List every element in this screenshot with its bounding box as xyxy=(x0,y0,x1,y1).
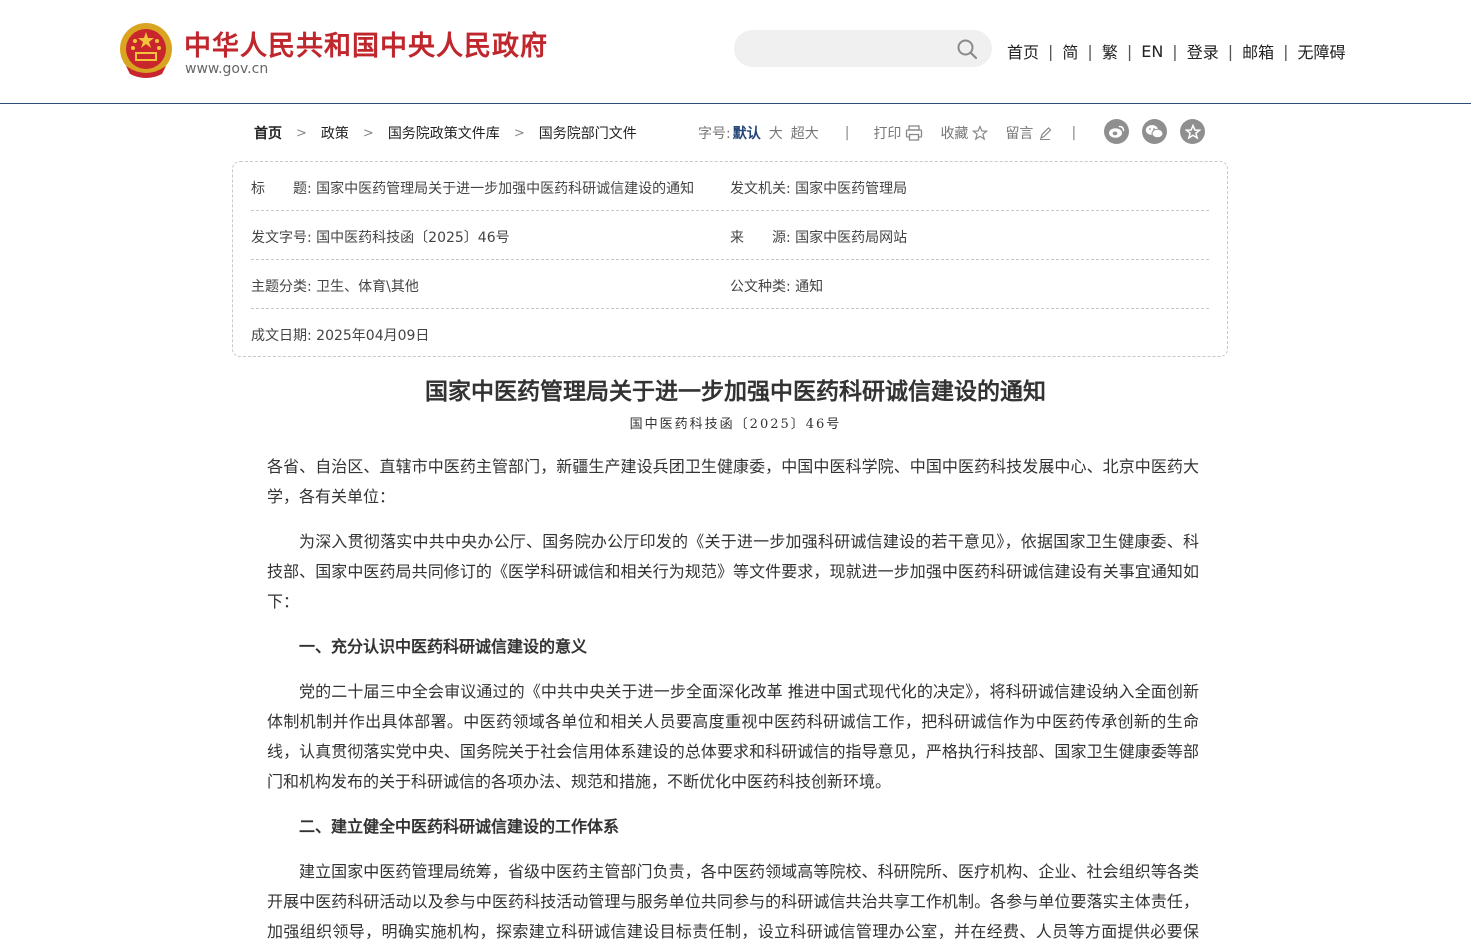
article-doc-number: 国中医药科技函〔2025〕46号 xyxy=(629,417,842,432)
section-heading: 二、建立健全中医药科研诚信建设的工作体系 xyxy=(299,817,620,836)
site-url: www.gov.cn xyxy=(185,61,269,77)
site-name[interactable]: 中华人民共和国中央人民政府 xyxy=(184,24,548,63)
breadcrumb-home[interactable]: 首页 xyxy=(254,123,282,143)
document-info-box: 标 题: 国家中医药管理局关于进一步加强中医药科研诚信建设的通知 发文机关: 国… xyxy=(232,161,1228,357)
article-body: 各省、自治区、直辖市中医药主管部门，新疆生产建设兵团卫生健康委，中国中医科学院、… xyxy=(267,452,1199,949)
article-toolbar: 字号: 默认 大 超大 | 打印 收藏 留言 | xyxy=(698,123,1076,143)
docno-value: 国中医药科技函〔2025〕46号 xyxy=(316,230,510,246)
chevron-right-icon: > xyxy=(296,125,307,141)
toolbar-divider: | xyxy=(844,125,850,141)
body-paragraph: 党的二十届三中全会审议通过的《中共中央关于进一步全面深化改革 推进中国式现代化的… xyxy=(267,682,1199,791)
topic-label: 主题分类: xyxy=(251,279,312,295)
search-box xyxy=(734,30,992,67)
title-label: 标 题: xyxy=(251,181,312,197)
info-row: 发文字号: 国中医药科技函〔2025〕46号 来 源: 国家中医药局网站 xyxy=(251,211,1209,260)
print-label: 打印 xyxy=(873,126,902,142)
source-label: 来 源: xyxy=(730,230,791,246)
share-wechat-button[interactable] xyxy=(1142,119,1167,144)
nav-traditional[interactable]: 繁 xyxy=(1102,39,1118,63)
body-paragraph: 建立国家中医药管理局统筹，省级中医药主管部门负责，各中医药领域高等院校、科研院所… xyxy=(267,862,1199,941)
share-favorite-button[interactable] xyxy=(1180,119,1205,144)
nav-separator: | xyxy=(1126,41,1133,61)
breadcrumb-policy[interactable]: 政策 xyxy=(321,123,349,143)
nav-login[interactable]: 登录 xyxy=(1187,39,1219,63)
wechat-icon xyxy=(1145,125,1164,139)
nav-separator: | xyxy=(1172,41,1178,61)
nav-home[interactable]: 首页 xyxy=(1007,39,1039,63)
star-outline-icon xyxy=(972,125,989,141)
topic-value: 卫生、体育\其他 xyxy=(316,279,419,295)
source-value: 国家中医药局网站 xyxy=(795,230,908,246)
recipients-paragraph: 各省、自治区、直辖市中医药主管部门，新疆生产建设兵团卫生健康委，中国中医科学院、… xyxy=(267,457,1199,506)
breadcrumb-dept-docs[interactable]: 国务院部门文件 xyxy=(539,123,637,143)
nav-mail[interactable]: 邮箱 xyxy=(1242,39,1274,63)
info-row: 成文日期: 2025年04月09日 xyxy=(251,309,1209,358)
toolbar-divider: | xyxy=(1071,125,1077,141)
share-weibo-button[interactable] xyxy=(1104,119,1129,144)
article-title: 国家中医药管理局关于进一步加强中医药科研诚信建设的通知 xyxy=(425,378,1046,405)
top-nav: 首页 | 简 | 繁 | EN | 登录 | 邮箱 | 无障碍 xyxy=(1007,39,1346,63)
chevron-right-icon: > xyxy=(362,125,374,141)
comment-label: 留言 xyxy=(1005,126,1034,142)
nav-separator: | xyxy=(1048,41,1054,61)
nav-accessibility[interactable]: 无障碍 xyxy=(1298,39,1346,63)
favorite-label: 收藏 xyxy=(940,126,969,142)
title-value: 国家中医药管理局关于进一步加强中医药科研诚信建设的通知 xyxy=(316,181,695,197)
docno-label: 发文字号: xyxy=(251,230,312,246)
nav-separator: | xyxy=(1227,41,1234,61)
star-icon xyxy=(1184,123,1201,140)
font-size-xlarge[interactable]: 超大 xyxy=(791,123,819,143)
breadcrumb: 首页 > 政策 > 国务院政策文件库 > 国务院部门文件 xyxy=(254,123,637,143)
issuer-label: 发文机关: xyxy=(730,181,791,197)
doctype-label: 公文种类: xyxy=(730,279,791,295)
nav-english[interactable]: EN xyxy=(1141,42,1163,61)
info-row: 主题分类: 卫生、体育\其他 公文种类: 通知 xyxy=(251,260,1209,309)
printer-icon xyxy=(906,125,923,141)
doctype-value: 通知 xyxy=(795,279,824,295)
issuer-value: 国家中医药管理局 xyxy=(795,181,908,197)
font-size-label: 字号: xyxy=(698,126,731,142)
date-label: 成文日期: xyxy=(251,328,312,344)
nav-separator: | xyxy=(1087,41,1093,61)
national-emblem-logo[interactable] xyxy=(118,22,174,80)
intro-paragraph: 为深入贯彻落实中共中央办公厅、国务院办公厅印发的《关于进一步加强科研诚信建设的若… xyxy=(267,532,1199,611)
pencil-icon xyxy=(1040,127,1052,140)
weibo-icon xyxy=(1109,125,1125,138)
section-heading: 一、充分认识中医药科研诚信建设的意义 xyxy=(299,637,588,656)
print-button[interactable]: 打印 xyxy=(873,123,923,143)
search-icon[interactable] xyxy=(956,38,978,60)
favorite-button[interactable]: 收藏 xyxy=(940,123,989,143)
nav-simplified[interactable]: 简 xyxy=(1062,39,1078,63)
breadcrumb-policy-library[interactable]: 国务院政策文件库 xyxy=(388,123,500,143)
font-size-default[interactable]: 默认 xyxy=(733,123,761,143)
comment-button[interactable]: 留言 xyxy=(1005,123,1053,143)
search-input[interactable] xyxy=(750,38,950,59)
chevron-right-icon: > xyxy=(513,125,525,141)
font-size-large[interactable]: 大 xyxy=(769,123,783,143)
site-header: 中华人民共和国中央人民政府 www.gov.cn 首页 | 简 | 繁 | EN… xyxy=(0,0,1471,104)
info-row: 标 题: 国家中医药管理局关于进一步加强中医药科研诚信建设的通知 发文机关: 国… xyxy=(251,162,1209,211)
nav-separator: | xyxy=(1283,41,1289,61)
date-value: 2025年04月09日 xyxy=(316,328,430,344)
